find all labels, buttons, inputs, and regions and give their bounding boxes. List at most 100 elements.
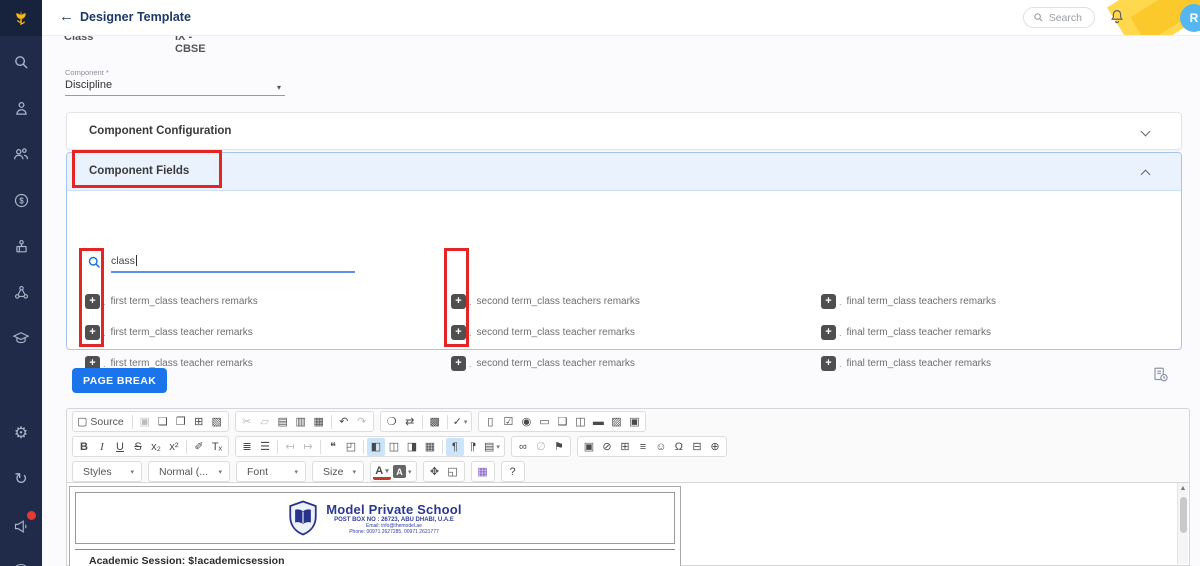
template-history-icon[interactable]	[1152, 366, 1172, 386]
sidebar-item-settings[interactable]: ⚙	[9, 422, 33, 446]
add-field-button[interactable]: +	[85, 294, 100, 309]
table-button[interactable]: ⊞	[616, 438, 634, 456]
sidebar-item-search[interactable]	[9, 50, 33, 74]
add-field-button[interactable]: +	[821, 356, 836, 371]
find-button[interactable]: ❍	[383, 413, 401, 431]
unlink-button[interactable]: ∅	[532, 438, 550, 456]
blockquote-button[interactable]: ❝	[324, 438, 342, 456]
align-center-button[interactable]: ◫	[385, 438, 403, 456]
editor-content-area[interactable]: Model Private School POST BOX NO : 26723…	[67, 482, 1189, 565]
sidebar-item-academics[interactable]	[9, 326, 33, 350]
styles-button[interactable]: Styles▾	[75, 463, 139, 481]
add-field-button[interactable]: +	[451, 356, 466, 371]
bidi-ltr-button[interactable]: ¶	[446, 438, 464, 456]
add-field-button[interactable]: +	[451, 325, 466, 340]
add-field-button[interactable]: +	[451, 294, 466, 309]
field-search-input[interactable]: class	[111, 255, 355, 273]
add-field-button[interactable]: +	[821, 325, 836, 340]
notifications-button[interactable]	[1108, 8, 1128, 28]
spell-check-button[interactable]: ✓▾	[451, 413, 470, 431]
sidebar-item-announcements[interactable]	[9, 514, 33, 538]
superscript-button[interactable]: x²	[165, 438, 183, 456]
copy-button[interactable]: ▱	[256, 413, 274, 431]
bidi-rtl-button[interactable]: ¶	[464, 438, 482, 456]
subscript-button[interactable]: x₂	[147, 438, 165, 456]
align-right-button[interactable]: ◨	[403, 438, 421, 456]
image-button-button[interactable]: ▨	[607, 413, 625, 431]
sidebar-item-fees[interactable]: $	[9, 188, 33, 212]
sidebar-item-staff[interactable]	[9, 142, 33, 166]
replace-button[interactable]: ⇄	[401, 413, 419, 431]
flash-button[interactable]: ⊘	[598, 438, 616, 456]
page-break-button[interactable]: PAGE BREAK	[72, 368, 167, 393]
italic-button[interactable]: I	[93, 438, 111, 456]
bulleted-list-button[interactable]: ☰	[256, 438, 274, 456]
copy-formatting-button[interactable]: ✐	[190, 438, 208, 456]
scrollbar-thumb[interactable]	[1180, 497, 1187, 533]
add-field-button[interactable]: +	[821, 294, 836, 309]
underline-button[interactable]: U	[111, 438, 129, 456]
strikethrough-button[interactable]: S	[129, 438, 147, 456]
select-all-button[interactable]: ▩	[426, 413, 444, 431]
hidden-field-button[interactable]: ▣	[625, 413, 643, 431]
show-blocks-button[interactable]: ◱	[444, 463, 462, 481]
iframe-button[interactable]: ⊕	[706, 438, 724, 456]
anchor-button[interactable]: ⚑	[550, 438, 568, 456]
image-button[interactable]: ▣	[580, 438, 598, 456]
undo-button[interactable]: ↶	[335, 413, 353, 431]
font-size-button[interactable]: Size▾	[315, 463, 361, 481]
select-field-button[interactable]: ◫	[571, 413, 589, 431]
paste-plain-text-button[interactable]: ▥	[292, 413, 310, 431]
background-color-button[interactable]: A▾	[391, 463, 414, 481]
special-character-button[interactable]: Ω	[670, 438, 688, 456]
global-search-button[interactable]: Search	[1023, 7, 1095, 28]
checkbox-button[interactable]: ☑	[499, 413, 517, 431]
preview-button[interactable]: ❐	[172, 413, 190, 431]
text-color-button[interactable]: A▾	[373, 464, 391, 480]
increase-indent-button[interactable]: ↦	[299, 438, 317, 456]
paste-from-word-button[interactable]: ▦	[310, 413, 328, 431]
textarea-field-button[interactable]: ❑	[553, 413, 571, 431]
form-button[interactable]: ▯	[481, 413, 499, 431]
font-button[interactable]: Font▾	[239, 463, 303, 481]
source-button[interactable]: ▢Source	[75, 413, 129, 431]
radio-button-button[interactable]: ◉	[517, 413, 535, 431]
component-configuration-panel[interactable]: Component Configuration	[66, 112, 1182, 150]
cut-button[interactable]: ✂	[238, 413, 256, 431]
merge-field-grid-button[interactable]: ▦	[474, 463, 492, 481]
decrease-indent-button[interactable]: ↤	[281, 438, 299, 456]
text-field-button[interactable]: ▭	[535, 413, 553, 431]
link-button[interactable]: ∞	[514, 438, 532, 456]
back-button[interactable]: ←	[59, 8, 74, 25]
scroll-up-arrow[interactable]: ▲	[1178, 483, 1188, 494]
new-page-button[interactable]: ❏	[154, 413, 172, 431]
bold-button[interactable]: B	[75, 438, 93, 456]
component-select[interactable]: Discipline ▾	[65, 79, 285, 96]
justify-button[interactable]: ▦	[421, 438, 439, 456]
sidebar-item-help[interactable]: ?	[9, 560, 33, 566]
horizontal-rule-button[interactable]: ≡	[634, 438, 652, 456]
print-button[interactable]: ⊞	[190, 413, 208, 431]
remove-format-button[interactable]: Tₓ	[208, 438, 226, 456]
editor-scrollbar[interactable]: ▲	[1177, 483, 1188, 564]
user-avatar[interactable]: R	[1180, 4, 1200, 32]
button-field-button[interactable]: ▬	[589, 413, 607, 431]
sidebar-item-sync[interactable]: ↻	[9, 468, 33, 492]
language-button[interactable]: ▤▾	[482, 438, 502, 456]
component-fields-header[interactable]: Component Fields	[67, 153, 1181, 191]
sidebar-item-exams[interactable]	[9, 234, 33, 258]
templates-button[interactable]: ▧	[208, 413, 226, 431]
redo-button[interactable]: ↷	[353, 413, 371, 431]
sidebar-item-groups[interactable]	[9, 280, 33, 304]
paragraph-format-button[interactable]: Normal (...▾	[151, 463, 227, 481]
add-field-button[interactable]: +	[85, 325, 100, 340]
div-container-button[interactable]: ◰	[342, 438, 360, 456]
align-left-button[interactable]: ◧	[367, 438, 385, 456]
insert-page-break-button[interactable]: ⊟	[688, 438, 706, 456]
about-button[interactable]: ?	[504, 463, 522, 481]
sidebar-item-student[interactable]	[9, 96, 33, 120]
paste-button[interactable]: ▤	[274, 413, 292, 431]
smiley-button[interactable]: ☺	[652, 438, 670, 456]
maximize-button[interactable]: ✥	[426, 463, 444, 481]
save-button[interactable]: ▣	[136, 413, 154, 431]
